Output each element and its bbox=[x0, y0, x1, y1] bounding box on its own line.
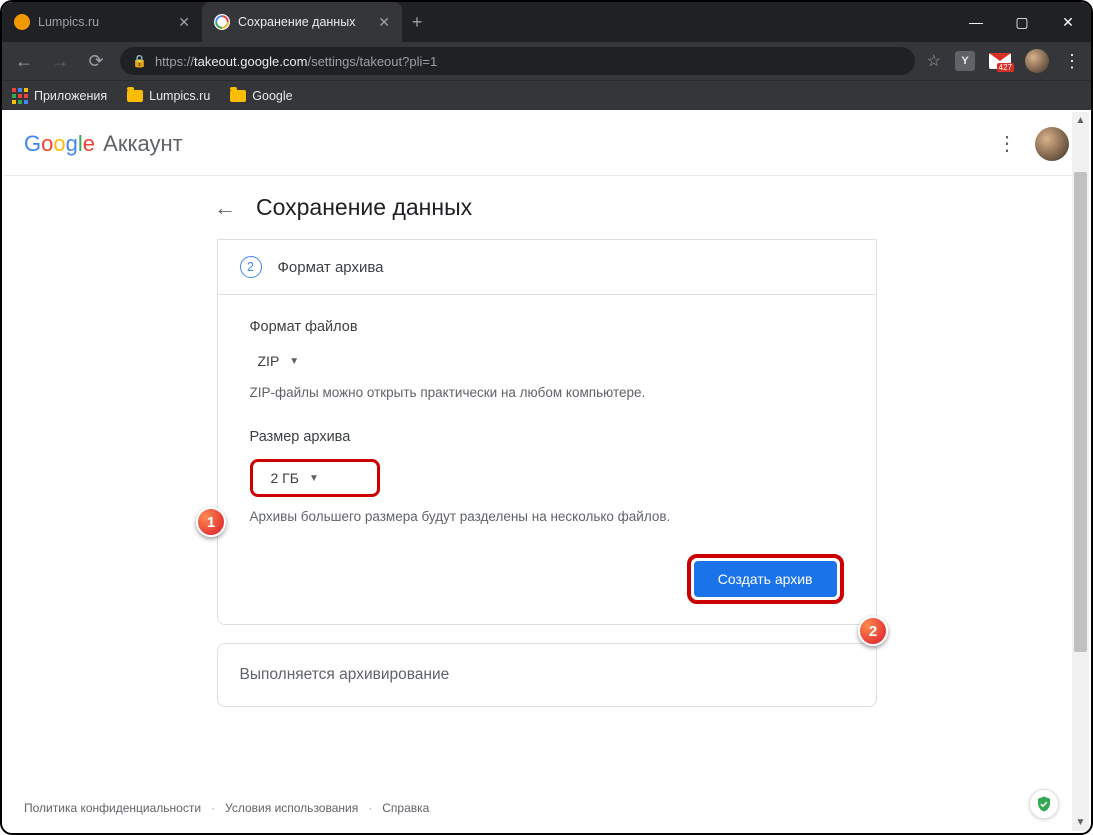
tab-title: Сохранение данных bbox=[238, 15, 370, 29]
favicon-lumpics bbox=[14, 14, 30, 30]
tab-title: Lumpics.ru bbox=[38, 15, 170, 29]
browser-menu-icon[interactable]: ⋮ bbox=[1063, 51, 1081, 72]
apps-label: Приложения bbox=[34, 89, 107, 103]
footer-privacy[interactable]: Политика конфиденциальности bbox=[24, 801, 201, 815]
footer-help[interactable]: Справка bbox=[382, 801, 429, 815]
titlebar: Lumpics.ru ✕ Сохранение данных ✕ + — ▢ ✕ bbox=[2, 2, 1091, 42]
actions-row: Создать архив bbox=[250, 554, 844, 604]
bookmarks-bar: Приложения Lumpics.ru Google bbox=[2, 80, 1091, 110]
step-header[interactable]: 2 Формат архива bbox=[217, 239, 877, 295]
tab-takeout[interactable]: Сохранение данных ✕ bbox=[202, 2, 402, 42]
profile-avatar[interactable] bbox=[1025, 49, 1049, 73]
lock-icon: 🔒 bbox=[132, 54, 147, 68]
file-format-section: Формат файлов ZIP ▼ ZIP-файлы можно откр… bbox=[250, 319, 844, 403]
step-title: Формат архива bbox=[278, 259, 384, 276]
close-window-button[interactable]: ✕ bbox=[1045, 2, 1091, 42]
bookmark-label: Google bbox=[252, 89, 292, 103]
create-archive-button[interactable]: Создать архив bbox=[694, 561, 837, 597]
archive-size-section: Размер архива 2 ГБ ▼ Архивы большего раз… bbox=[250, 429, 844, 527]
folder-icon bbox=[230, 90, 246, 102]
google-header: Google Аккаунт ⋮ bbox=[4, 112, 1089, 176]
bookmark-label: Lumpics.ru bbox=[149, 89, 210, 103]
extension-y[interactable]: Y bbox=[955, 51, 975, 71]
archive-size-value: 2 ГБ bbox=[271, 470, 299, 486]
vertical-scrollbar[interactable]: ▲ ▼ bbox=[1072, 112, 1089, 831]
annotation-marker-1: 1 bbox=[196, 507, 226, 537]
scroll-down-icon[interactable]: ▼ bbox=[1072, 814, 1089, 831]
reload-button[interactable]: ⟳ bbox=[84, 49, 108, 73]
file-format-dropdown[interactable]: ZIP ▼ bbox=[250, 349, 308, 373]
url-text: https://takeout.google.com/settings/take… bbox=[155, 54, 437, 69]
file-format-title: Формат файлов bbox=[250, 319, 844, 335]
annotation-marker-2: 2 bbox=[858, 616, 888, 646]
maximize-button[interactable]: ▢ bbox=[999, 2, 1045, 42]
google-logo[interactable]: Google Аккаунт bbox=[24, 131, 183, 157]
chevron-down-icon: ▼ bbox=[309, 473, 319, 484]
step-body: Формат файлов ZIP ▼ ZIP-файлы можно откр… bbox=[217, 295, 877, 625]
apps-button[interactable]: Приложения bbox=[12, 88, 107, 104]
account-avatar[interactable] bbox=[1035, 127, 1069, 161]
window-controls: — ▢ ✕ bbox=[953, 2, 1091, 42]
step-number: 2 bbox=[240, 256, 262, 278]
archive-size-hint: Архивы большего размера будут разделены … bbox=[250, 507, 844, 527]
archive-size-dropdown[interactable]: 2 ГБ ▼ bbox=[263, 466, 327, 490]
scroll-thumb[interactable] bbox=[1074, 172, 1087, 652]
folder-icon bbox=[127, 90, 143, 102]
archiving-status: Выполняется архивирование bbox=[240, 666, 854, 684]
archiving-card: Выполняется архивирование bbox=[217, 643, 877, 707]
more-options-icon[interactable]: ⋮ bbox=[997, 131, 1017, 156]
chevron-down-icon: ▼ bbox=[289, 356, 299, 367]
bookmark-star-icon[interactable]: ☆ bbox=[927, 51, 941, 71]
close-icon[interactable]: ✕ bbox=[178, 14, 190, 31]
file-format-value: ZIP bbox=[258, 353, 280, 369]
footer: Политика конфиденциальности · Условия ис… bbox=[4, 791, 449, 825]
new-tab-button[interactable]: + bbox=[402, 2, 432, 42]
favicon-google bbox=[214, 14, 230, 30]
highlight-box-1: 2 ГБ ▼ bbox=[250, 459, 380, 497]
url-bar[interactable]: 🔒 https://takeout.google.com/settings/ta… bbox=[120, 47, 915, 75]
security-badge-icon[interactable] bbox=[1029, 789, 1059, 819]
apps-icon bbox=[12, 88, 28, 104]
highlight-box-2: Создать архив bbox=[687, 554, 844, 604]
scroll-up-icon[interactable]: ▲ bbox=[1072, 112, 1089, 129]
file-format-hint: ZIP-файлы можно открыть практически на л… bbox=[250, 383, 844, 403]
tab-lumpics[interactable]: Lumpics.ru ✕ bbox=[2, 2, 202, 42]
footer-terms[interactable]: Условия использования bbox=[225, 801, 358, 815]
back-arrow-icon[interactable]: ← bbox=[214, 195, 236, 221]
bookmark-folder-google[interactable]: Google bbox=[230, 89, 292, 103]
page-header: ← Сохранение данных bbox=[4, 176, 1089, 239]
page-title: Сохранение данных bbox=[256, 194, 472, 221]
archive-size-title: Размер архива bbox=[250, 429, 844, 445]
browser-toolbar: ← → ⟳ 🔒 https://takeout.google.com/setti… bbox=[2, 42, 1091, 80]
forward-button[interactable]: → bbox=[48, 49, 72, 73]
page-content: ▲ ▼ Google Аккаунт ⋮ ← Сохранение данных… bbox=[4, 112, 1089, 831]
mail-extension-icon[interactable]: 427 bbox=[989, 53, 1011, 69]
minimize-button[interactable]: — bbox=[953, 2, 999, 42]
back-button[interactable]: ← bbox=[12, 49, 36, 73]
bookmark-folder-lumpics[interactable]: Lumpics.ru bbox=[127, 89, 210, 103]
close-icon[interactable]: ✕ bbox=[378, 14, 390, 31]
